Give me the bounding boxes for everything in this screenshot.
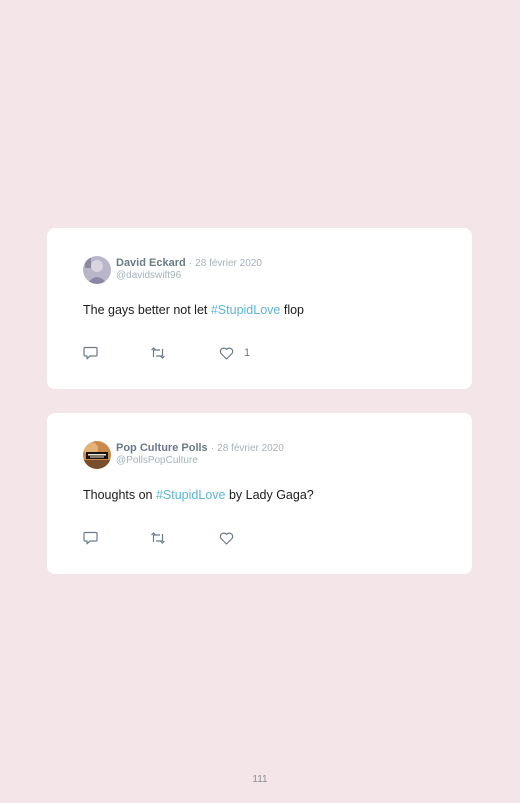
retweet-icon <box>151 347 165 359</box>
heart-icon <box>219 532 234 545</box>
author-handle[interactable]: @PollsPopCulture <box>116 455 198 466</box>
tweet-text-after: by Lady Gaga? <box>225 488 314 502</box>
tweet-text-after: flop <box>280 303 305 317</box>
tweet-card[interactable]: Pop Culture Polls · 28 février 2020 @Pol… <box>47 413 472 574</box>
hashtag-link[interactable]: #StupidLove <box>211 303 281 317</box>
tweet-text: The gays better not let #StupidLove flop <box>83 303 304 317</box>
tweet-date[interactable]: 28 février 2020 <box>195 258 262 269</box>
author-name[interactable]: David Eckard <box>116 257 186 269</box>
like-button[interactable] <box>219 530 244 546</box>
tweet-text-before: The gays better not let <box>83 303 211 317</box>
heart-icon <box>219 347 234 360</box>
tweet-text-before: Thoughts on <box>83 488 156 502</box>
author-name[interactable]: Pop Culture Polls <box>116 442 208 454</box>
separator: · <box>188 258 193 269</box>
separator: · <box>210 443 215 454</box>
page-number: 111 <box>252 774 268 785</box>
tweet-header: David Eckard · 28 février 2020 <box>116 257 262 269</box>
tweet-actions: 1 <box>83 345 283 361</box>
like-count: 1 <box>244 347 251 359</box>
avatar[interactable] <box>83 441 111 469</box>
retweet-button[interactable] <box>150 530 166 546</box>
tweet-card[interactable]: David Eckard · 28 février 2020 @davidswi… <box>47 228 472 389</box>
reply-icon <box>83 346 98 360</box>
tweet-date[interactable]: 28 février 2020 <box>217 443 284 454</box>
tweet-actions <box>83 530 283 546</box>
tweet-text: Thoughts on #StupidLove by Lady Gaga? <box>83 488 314 502</box>
reply-button[interactable] <box>83 530 98 546</box>
hashtag-link[interactable]: #StupidLove <box>156 488 226 502</box>
reply-icon <box>83 531 98 545</box>
retweet-icon <box>151 532 165 544</box>
reply-button[interactable] <box>83 345 98 361</box>
author-handle[interactable]: @davidswift96 <box>116 270 181 281</box>
avatar[interactable] <box>83 256 111 284</box>
tweet-header: Pop Culture Polls · 28 février 2020 <box>116 442 284 454</box>
retweet-button[interactable] <box>150 345 166 361</box>
like-button[interactable]: 1 <box>219 345 250 361</box>
